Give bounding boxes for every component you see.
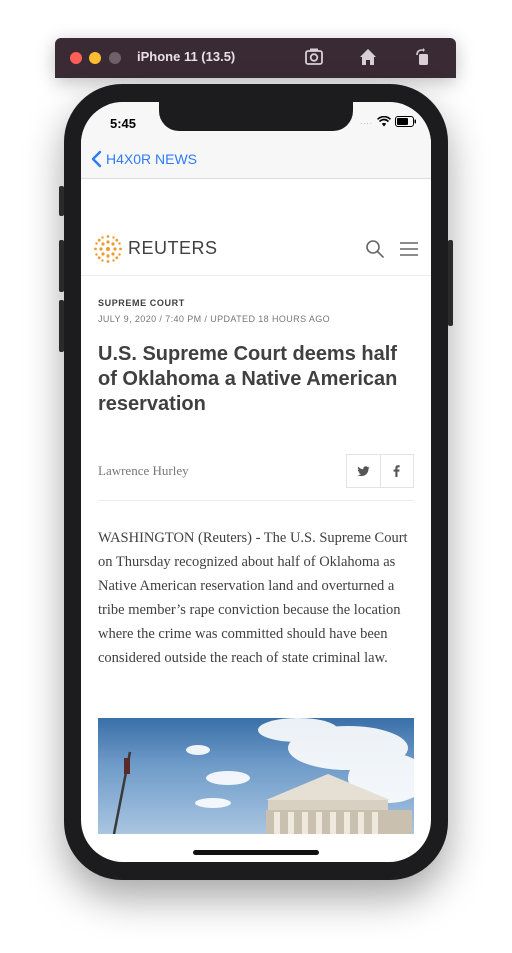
article-header: SUPREME COURT JULY 9, 2020 / 7:40 PM / U… — [98, 298, 414, 417]
article-dateline: JULY 9, 2020 / 7:40 PM / UPDATED 18 HOUR… — [98, 314, 331, 324]
share-buttons — [346, 454, 414, 488]
zoom-window-button[interactable] — [109, 52, 121, 64]
simulator-titlebar: iPhone 11 (13.5) — [55, 38, 456, 78]
reuters-logo-text[interactable]: REUTERS — [128, 238, 218, 259]
facebook-icon — [393, 465, 400, 477]
article-headline: U.S. Supreme Court deems half of Oklahom… — [98, 343, 398, 415]
chevron-left-icon — [91, 150, 102, 168]
simulator-title: iPhone 11 (13.5) — [137, 49, 236, 64]
article-section[interactable]: SUPREME COURT — [98, 298, 414, 308]
minimize-window-button[interactable] — [89, 52, 101, 64]
facebook-share-button[interactable] — [381, 455, 414, 487]
volume-up-button — [59, 240, 64, 292]
byline-row: Lawrence Hurley — [98, 454, 414, 501]
navigation-bar: H4X0R NEWS — [81, 140, 431, 179]
search-icon[interactable] — [365, 239, 385, 259]
article-body: WASHINGTON (Reuters) - The U.S. Supreme … — [98, 530, 408, 666]
status-icons: .... — [360, 116, 417, 127]
supreme-court-photo-image — [112, 718, 414, 834]
home-indicator[interactable] — [193, 850, 319, 855]
article-photo[interactable] — [98, 718, 414, 834]
twitter-share-button[interactable] — [347, 455, 381, 487]
wifi-icon — [377, 116, 391, 127]
twitter-icon — [357, 465, 370, 476]
home-icon[interactable] — [357, 46, 379, 68]
reuters-header: REUTERS — [81, 229, 431, 276]
volume-down-button — [59, 300, 64, 352]
close-window-button[interactable] — [70, 52, 82, 64]
side-button — [448, 240, 453, 326]
notch — [159, 102, 353, 131]
status-time: 5:45 — [110, 116, 137, 131]
cellular-signal-icon: .... — [360, 117, 373, 126]
menu-icon[interactable] — [399, 241, 419, 257]
silent-switch — [59, 186, 64, 216]
rotate-icon[interactable] — [412, 46, 434, 68]
article-author[interactable]: Lawrence Hurley — [98, 463, 189, 479]
phone-screen: 5:45 .... H4X0R NEWS REUTERS SUPREME COU… — [81, 102, 431, 862]
battery-icon — [395, 116, 416, 127]
back-button[interactable]: H4X0R NEWS — [91, 150, 197, 168]
reuters-logo-icon[interactable] — [93, 234, 123, 264]
back-button-label: H4X0R NEWS — [106, 151, 198, 167]
screenshot-icon[interactable] — [303, 46, 325, 68]
